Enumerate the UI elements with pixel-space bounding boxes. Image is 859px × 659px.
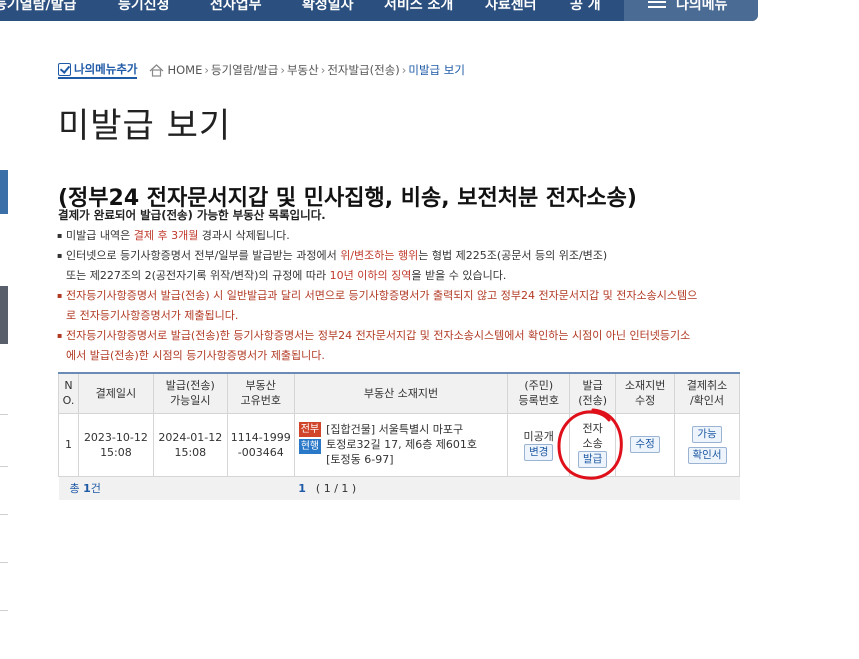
- notice-item: 인터넷으로 등기사항증명서 전부/일부를 발급받는 과정에서 위/변조하는 행위…: [57, 246, 748, 286]
- table-footer-row: 총 1건 1 ( 1 / 1 ): [58, 476, 740, 500]
- col-header-no: N O.: [58, 372, 79, 414]
- top-navigation: 등기열람/발급 등기신청 전자업무 확정일자 서비스 소개 자료센터 공 개 나…: [0, 0, 758, 21]
- nav-item-service-intro[interactable]: 서비스 소개: [384, 0, 453, 14]
- sidebar-divider: [0, 414, 8, 415]
- chevron-right-icon: ›: [204, 63, 209, 77]
- chevron-right-icon: ›: [320, 63, 326, 77]
- breadcrumb-electronic-issue[interactable]: 전자발급(전송): [327, 62, 399, 78]
- breadcrumb-home[interactable]: HOME: [167, 63, 202, 77]
- add-my-menu-label: 나의메뉴추가: [74, 62, 138, 76]
- breadcrumb: 나의메뉴추가 HOME › 등기열람/발급 › 부동산 › 전자발급(전송) ›…: [58, 61, 465, 79]
- nav-item-public[interactable]: 공 개: [570, 0, 601, 14]
- my-menu-button[interactable]: 나의메뉴: [624, 0, 758, 21]
- col-header-cancel: 결제취소/확인서: [674, 372, 740, 414]
- sidebar-divider: [0, 610, 8, 611]
- address-text: [집합건물] 서울특별시 마포구 토정로32길 17, 제6층 제601호 [토…: [326, 423, 478, 466]
- breadcrumb-view-issue[interactable]: 등기열람/발급: [211, 62, 278, 78]
- breadcrumb-current: 미발급 보기: [408, 63, 465, 77]
- nav-item-registration[interactable]: 등기신청: [118, 0, 170, 14]
- page-current[interactable]: 1: [298, 482, 306, 495]
- col-header-paydate: 결제일시: [77, 372, 154, 414]
- chevron-right-icon: ›: [401, 63, 407, 77]
- table-header-row: N O. 결제일시 발급(전송) 가능일시 부동산 고유번호 부동산 소재지번 (주민…: [58, 372, 740, 414]
- annotation-circle-icon: [557, 408, 623, 480]
- total-count: 총 1건: [58, 476, 228, 500]
- cancel-available-button[interactable]: 가능: [692, 425, 722, 443]
- cell-no: 1: [58, 412, 79, 477]
- page-title: 미발급 보기: [58, 106, 232, 146]
- breadcrumb-realestate[interactable]: 부동산: [287, 62, 319, 78]
- modify-address-button[interactable]: 수정: [630, 436, 660, 453]
- chevron-right-icon: ›: [280, 63, 285, 77]
- sidebar-fragment-active: [0, 170, 8, 214]
- col-header-unique-no: 부동산 고유번호: [226, 372, 295, 414]
- sidebar-divider: [0, 514, 8, 515]
- cell-unique-no: 1114-1999 -003464: [226, 412, 295, 477]
- cell-address: 전부 현행 [집합건물] 서울특별시 마포구 토정로32길 17, 제6층 제6…: [293, 412, 509, 477]
- my-menu-label: 나의메뉴: [676, 0, 728, 13]
- cell-paydate: 2023-10-12 15:08: [77, 412, 154, 477]
- checkbox-icon: [58, 62, 71, 76]
- nav-item-fixed-date[interactable]: 확정일자: [302, 0, 354, 14]
- hamburger-icon: [648, 1, 666, 11]
- regno-change-button[interactable]: 변경: [524, 443, 554, 461]
- unissued-table: N O. 결제일시 발급(전송) 가능일시 부동산 고유번호 부동산 소재지번 (주민…: [58, 372, 740, 500]
- regno-value: 미공개: [523, 429, 554, 443]
- pagination: 1 ( 1 / 1 ): [227, 476, 740, 500]
- cell-available: 2024-01-12 15:08: [152, 412, 228, 477]
- table-row: 1 2023-10-12 15:08 2024-01-12 15:08 1114-1…: [58, 412, 740, 477]
- notice-list: 미발급 내역은 결제 후 3개월 경과시 삭제됩니다. 인터넷으로 등기사항증명…: [57, 226, 748, 366]
- intro-text: 결제가 완료되어 발급(전송) 가능한 부동산 목록입니다.: [58, 208, 326, 222]
- sidebar-divider: [0, 562, 8, 563]
- notice-item: 미발급 내역은 결제 후 3개월 경과시 삭제됩니다.: [57, 226, 748, 246]
- cell-cancel: 가능 확인서: [674, 412, 740, 477]
- add-my-menu-button[interactable]: 나의메뉴추가: [58, 61, 138, 79]
- col-header-address: 부동산 소재지번: [293, 372, 509, 414]
- notice-item: 전자등기사항증명서로 발급(전송)한 등기사항증명서는 정부24 전자문서지갑 …: [57, 326, 748, 366]
- nav-item-resource-center[interactable]: 자료센터: [485, 0, 537, 14]
- nav-item-view-issue[interactable]: 등기열람/발급: [0, 0, 76, 14]
- tag-current: 현행: [298, 439, 322, 454]
- col-header-available: 발급(전송) 가능일시: [152, 372, 228, 414]
- home-icon: [150, 63, 164, 77]
- nav-item-electronic[interactable]: 전자업무: [210, 0, 262, 14]
- page-info: ( 1 / 1 ): [315, 481, 357, 495]
- tag-full: 전부: [298, 422, 322, 437]
- notice-item: 전자등기사항증명서 발급(전송) 시 일반발급과 달리 서면으로 등기사항증명서…: [57, 286, 748, 326]
- sidebar-divider: [0, 466, 8, 467]
- confirmation-button[interactable]: 확인서: [687, 446, 727, 464]
- sidebar-fragment-dark: [0, 286, 8, 344]
